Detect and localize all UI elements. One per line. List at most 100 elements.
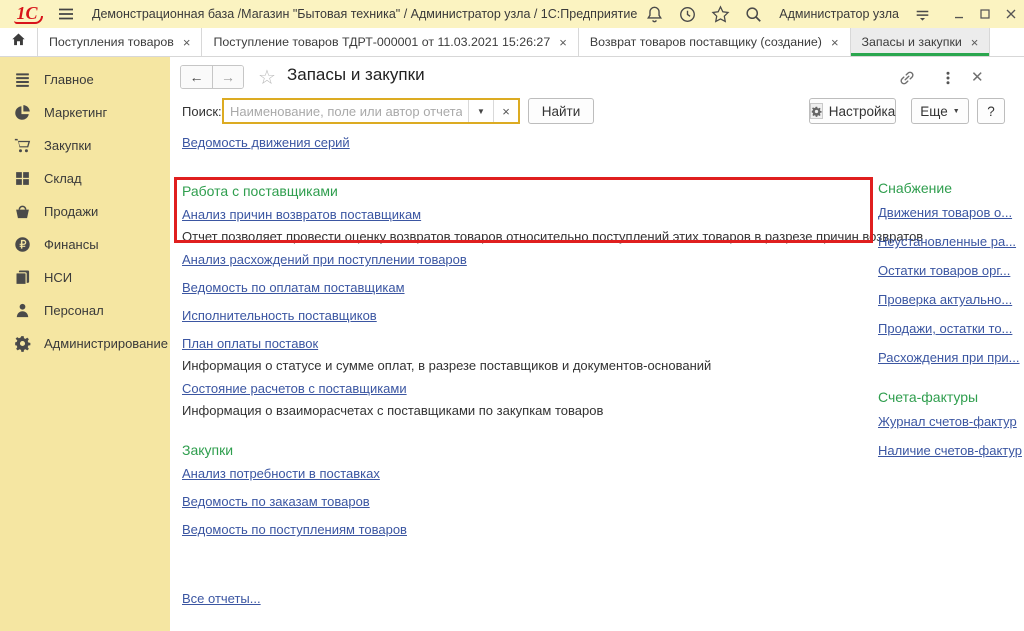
report-link[interactable]: Ведомость по оплатам поставщикам bbox=[182, 280, 405, 295]
sidebar-item-label: Продажи bbox=[44, 204, 98, 219]
report-item: Наличие счетов-фактур bbox=[878, 442, 1022, 460]
search-icon[interactable] bbox=[744, 5, 763, 24]
tab-bar: Поступления товаров×Поступление товаров … bbox=[0, 28, 1024, 57]
tab-close-icon[interactable]: × bbox=[971, 36, 979, 49]
sidebar-item-pie[interactable]: Маркетинг bbox=[0, 96, 170, 129]
sidebar-item-basket[interactable]: Продажи bbox=[0, 195, 170, 228]
tab-close-icon[interactable]: × bbox=[831, 36, 839, 49]
tab-2[interactable]: Поступление товаров ТДРТ-000001 от 11.03… bbox=[202, 28, 578, 56]
sidebar-item-label: Финансы bbox=[44, 237, 99, 252]
report-description: Информация о взаиморасчетах с поставщика… bbox=[182, 403, 874, 418]
settings-button-label: Настройка bbox=[829, 104, 895, 119]
section-header: Снабжение bbox=[878, 180, 1022, 196]
history-nav-group: ← → bbox=[180, 65, 244, 89]
report-link[interactable]: Анализ причин возвратов поставщикам bbox=[182, 207, 421, 222]
maximize-button[interactable] bbox=[972, 0, 998, 28]
report-item: Продажи, остатки то... bbox=[878, 320, 1022, 338]
report-link[interactable]: План оплаты поставок bbox=[182, 336, 318, 351]
home-icon bbox=[11, 32, 26, 52]
search-dropdown-button[interactable]: ▼ bbox=[468, 100, 493, 122]
close-page-icon[interactable]: ✕ bbox=[971, 68, 984, 86]
sidebar-item-label: Закупки bbox=[44, 138, 91, 153]
series-movement-link[interactable]: Ведомость движения серий bbox=[182, 135, 350, 150]
pages-icon bbox=[14, 269, 31, 286]
tab-close-icon[interactable]: × bbox=[183, 36, 191, 49]
minimize-button[interactable] bbox=[946, 0, 972, 28]
settings-gear-icon bbox=[810, 103, 823, 119]
gear-icon bbox=[14, 335, 31, 352]
menu-icon bbox=[14, 71, 31, 88]
person-icon bbox=[14, 302, 31, 319]
report-item: Неустановленные ра... bbox=[878, 233, 1022, 251]
report-link[interactable]: Анализ расхождений при поступлении товар… bbox=[182, 252, 467, 267]
report-link[interactable]: Движения товаров о... bbox=[878, 205, 1012, 220]
sidebar-item-pages[interactable]: НСИ bbox=[0, 261, 170, 294]
tab-4[interactable]: Запасы и закупки× bbox=[851, 28, 991, 56]
report-link[interactable]: Остатки товаров орг... bbox=[878, 263, 1010, 278]
report-link[interactable]: Исполнительность поставщиков bbox=[182, 308, 377, 323]
sidebar-item-gear[interactable]: Администрирование bbox=[0, 327, 170, 360]
reports-left-column: Работа с поставщикамиАнализ причин возвр… bbox=[182, 183, 874, 608]
report-section: Снабжение Движения товаров о... Неустановл… bbox=[878, 180, 1022, 367]
home-tab[interactable] bbox=[0, 28, 38, 56]
sidebar-item-person[interactable]: Персонал bbox=[0, 294, 170, 327]
sidebar-item-label: Персонал bbox=[44, 303, 104, 318]
report-link[interactable]: Продажи, остатки то... bbox=[878, 321, 1012, 336]
help-button[interactable]: ? bbox=[977, 98, 1005, 124]
connection-icon[interactable] bbox=[913, 5, 932, 24]
history-icon[interactable] bbox=[678, 5, 697, 24]
report-item: Проверка актуально... bbox=[878, 291, 1022, 309]
back-button[interactable]: ← bbox=[181, 66, 212, 88]
ruble-icon bbox=[14, 236, 31, 253]
report-item: Журнал счетов-фактур bbox=[878, 413, 1022, 431]
pie-icon bbox=[14, 104, 31, 121]
favorites-star-icon[interactable] bbox=[711, 5, 730, 24]
more-button-label: Еще bbox=[920, 104, 947, 119]
tab-label: Поступления товаров bbox=[49, 35, 174, 49]
sidebar-item-grid[interactable]: Склад bbox=[0, 162, 170, 195]
report-item: Анализ причин возвратов поставщикамОтчет… bbox=[182, 206, 874, 244]
tab-3[interactable]: Возврат товаров поставщику (создание) × bbox=[579, 28, 851, 56]
report-link[interactable]: Ведомость по поступлениям товаров bbox=[182, 522, 407, 537]
report-item: Ведомость по оплатам поставщикам bbox=[182, 279, 874, 297]
search-clear-icon[interactable]: × bbox=[493, 100, 518, 122]
report-link[interactable]: Наличие счетов-фактур bbox=[878, 443, 1022, 458]
sidebar-item-ruble[interactable]: Финансы bbox=[0, 228, 170, 261]
sidebar-item-menu[interactable]: Главное bbox=[0, 63, 170, 96]
search-label: Поиск: bbox=[182, 104, 222, 119]
report-link[interactable]: Журнал счетов-фактур bbox=[878, 414, 1017, 429]
main-content: ← → ☆ Запасы и закупки ✕ Поиск: ▼ × Найт… bbox=[170, 57, 1024, 631]
grid-icon bbox=[14, 170, 31, 187]
more-actions-icon[interactable] bbox=[939, 69, 957, 87]
current-user[interactable]: Администратор узла bbox=[779, 7, 899, 21]
sidebar-item-label: Склад bbox=[44, 171, 82, 186]
sidebar-item-label: Маркетинг bbox=[44, 105, 107, 120]
sidebar-item-cart[interactable]: Закупки bbox=[0, 129, 170, 162]
get-link-icon[interactable] bbox=[898, 69, 916, 87]
tab-1[interactable]: Поступления товаров × bbox=[38, 28, 202, 56]
forward-button[interactable]: → bbox=[212, 66, 243, 88]
tab-label: Возврат товаров поставщику (создание) bbox=[590, 35, 822, 49]
report-link[interactable]: Расхождения при при... bbox=[878, 350, 1020, 365]
report-link[interactable]: Неустановленные ра... bbox=[878, 234, 1016, 249]
report-item: Анализ расхождений при поступлении товар… bbox=[182, 251, 874, 269]
find-button[interactable]: Найти bbox=[528, 98, 594, 124]
cart-icon bbox=[14, 137, 31, 154]
report-link[interactable]: Состояние расчетов с поставщиками bbox=[182, 381, 407, 396]
more-button[interactable]: Еще ▼ bbox=[911, 98, 969, 124]
sidebar-item-label: НСИ bbox=[44, 270, 72, 285]
settings-button[interactable]: Настройка bbox=[809, 98, 896, 124]
report-search-input[interactable] bbox=[224, 100, 468, 122]
report-link[interactable]: Проверка актуально... bbox=[878, 292, 1012, 307]
add-favorite-star-icon[interactable]: ☆ bbox=[258, 65, 276, 90]
close-window-button[interactable] bbox=[998, 0, 1024, 28]
report-link[interactable]: Ведомость по заказам товаров bbox=[182, 494, 370, 509]
report-link[interactable]: Анализ потребности в поставках bbox=[182, 466, 380, 481]
reports-right-column: Снабжение Движения товаров о... Неустановл… bbox=[878, 180, 1022, 482]
notifications-bell-icon[interactable] bbox=[645, 5, 664, 24]
all-reports-link[interactable]: Все отчеты... bbox=[182, 591, 261, 606]
main-menu-icon[interactable] bbox=[56, 4, 76, 24]
report-item: План оплаты поставокИнформация о статусе… bbox=[182, 335, 874, 373]
tab-close-icon[interactable]: × bbox=[559, 36, 567, 49]
section-header: Закупки bbox=[182, 442, 874, 458]
